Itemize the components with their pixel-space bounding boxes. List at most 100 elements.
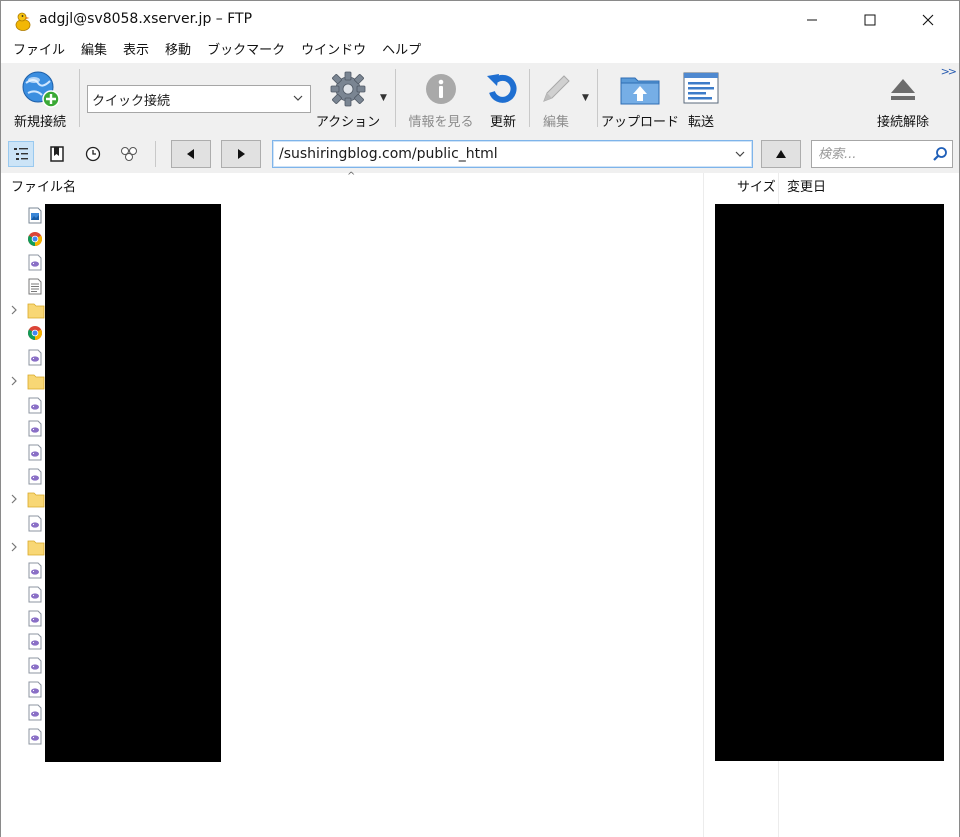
text-file-icon <box>27 278 43 295</box>
folder-icon <box>27 491 45 508</box>
parent-directory-button[interactable] <box>761 140 801 168</box>
toolbar-overflow-icon[interactable]: >> <box>941 65 958 78</box>
php-file-icon <box>27 349 43 366</box>
minimize-icon <box>807 19 817 21</box>
php-file-icon <box>27 468 43 485</box>
chevron-down-icon <box>293 95 303 101</box>
chevron-down-icon <box>735 151 745 157</box>
nav-separator <box>155 141 156 167</box>
upload-folder-icon <box>620 77 660 105</box>
chrome-html-icon <box>27 231 43 248</box>
folder-icon <box>27 302 45 319</box>
toolbar-separator <box>597 69 598 127</box>
toolbar-separator <box>79 69 80 127</box>
toolbar-separator <box>529 69 530 127</box>
search-field[interactable] <box>811 140 953 168</box>
bonjour-view-button[interactable] <box>116 141 142 167</box>
menu-bookmarks[interactable]: ブックマーク <box>199 39 293 63</box>
maximize-icon <box>864 14 876 26</box>
history-view-button[interactable] <box>80 141 106 167</box>
chevron-right-icon[interactable] <box>9 303 19 317</box>
close-icon <box>922 14 934 26</box>
php-file-icon <box>27 633 43 650</box>
menu-view[interactable]: 表示 <box>115 39 157 63</box>
quick-connect-value: クイック接続 <box>92 93 171 109</box>
back-button[interactable] <box>171 140 211 168</box>
info-icon <box>426 74 456 104</box>
toolbar: 新規接続 クイック接続 アクション ▼ 情報を見る 更新 編集 ▼ アップロード… <box>1 63 959 135</box>
php-file-icon <box>27 397 43 414</box>
php-file-icon <box>27 610 43 627</box>
path-combo[interactable]: /sushiringblog.com/public_html <box>272 140 753 168</box>
gear-icon <box>330 71 366 107</box>
sort-ascending-icon: ^ <box>347 171 356 182</box>
browser-view-button[interactable] <box>8 141 34 167</box>
navigation-bar: /sushiringblog.com/public_html <box>1 135 959 173</box>
column-header-size[interactable]: サイズ <box>737 177 776 199</box>
chrome-html-icon <box>27 325 43 342</box>
toolbar-separator <box>395 69 396 127</box>
menu-window[interactable]: ウインドウ <box>293 39 374 63</box>
chevron-right-icon[interactable] <box>9 492 19 506</box>
php-file-icon <box>27 444 43 461</box>
menu-help[interactable]: ヘルプ <box>374 39 429 63</box>
php-file-icon <box>27 586 43 603</box>
info-button[interactable]: 情報を見る <box>403 63 479 135</box>
window-title: adgjl@sv8058.xserver.jp – FTP <box>39 11 253 27</box>
refresh-icon <box>487 74 517 103</box>
ftp-window: adgjl@sv8058.xserver.jp – FTP ファイル 編集 表示… <box>0 0 960 837</box>
tree-list-icon <box>14 148 28 160</box>
clock-icon <box>85 146 101 162</box>
menu-bar: ファイル 編集 表示 移動 ブックマーク ウインドウ ヘルプ <box>1 39 959 63</box>
upload-label: アップロード <box>601 115 680 130</box>
chevron-right-icon[interactable] <box>9 374 19 388</box>
disconnect-button[interactable]: 接続解除 <box>867 63 939 135</box>
menu-edit[interactable]: 編集 <box>73 39 115 63</box>
search-input[interactable] <box>818 146 928 162</box>
bookmarks-view-button[interactable] <box>44 141 70 167</box>
transfer-button[interactable]: 転送 <box>681 63 721 135</box>
info-label: 情報を見る <box>408 115 474 130</box>
forward-button[interactable] <box>221 140 261 168</box>
maximize-button[interactable] <box>841 1 899 39</box>
php-file-icon <box>27 254 43 271</box>
edit-button[interactable]: 編集 <box>534 63 578 135</box>
title-bar: adgjl@sv8058.xserver.jp – FTP <box>1 1 959 39</box>
transfer-window-icon <box>683 72 719 104</box>
action-dropdown-icon[interactable]: ▼ <box>380 93 387 103</box>
php-file-icon <box>27 420 43 437</box>
new-connection-button[interactable]: 新規接続 <box>7 63 73 135</box>
edit-dropdown-icon[interactable]: ▼ <box>582 93 589 103</box>
menu-go[interactable]: 移動 <box>157 39 199 63</box>
image-file-icon <box>27 207 43 224</box>
pencil-icon <box>543 75 570 102</box>
quick-connect-combo[interactable]: クイック接続 <box>87 85 311 113</box>
globe-add-icon <box>22 71 60 108</box>
refresh-button[interactable]: 更新 <box>483 63 523 135</box>
php-file-icon <box>27 515 43 532</box>
minimize-button[interactable] <box>783 1 841 39</box>
column-header-modified[interactable]: 変更日 <box>787 177 826 199</box>
eject-icon <box>891 79 915 100</box>
action-button[interactable]: アクション <box>315 63 381 135</box>
bookmark-icon <box>50 146 64 162</box>
new-connection-label: 新規接続 <box>13 115 66 130</box>
folder-icon <box>27 373 45 390</box>
path-value: /sushiringblog.com/public_html <box>279 146 498 162</box>
close-button[interactable] <box>899 1 957 39</box>
php-file-icon <box>27 681 43 698</box>
column-header-filename[interactable]: ファイル名 <box>11 177 76 199</box>
duck-app-icon <box>14 11 32 31</box>
menu-file[interactable]: ファイル <box>5 39 73 63</box>
arrow-left-icon <box>187 149 194 159</box>
redacted-filenames-block <box>45 204 221 762</box>
chevron-right-icon[interactable] <box>9 540 19 554</box>
arrow-right-icon <box>238 149 245 159</box>
upload-button[interactable]: アップロード <box>601 63 679 135</box>
refresh-label: 更新 <box>489 115 516 130</box>
search-icon <box>933 147 947 161</box>
transfer-label: 転送 <box>687 115 714 130</box>
php-file-icon <box>27 562 43 579</box>
php-file-icon <box>27 728 43 745</box>
disconnect-label: 接続解除 <box>876 115 929 130</box>
